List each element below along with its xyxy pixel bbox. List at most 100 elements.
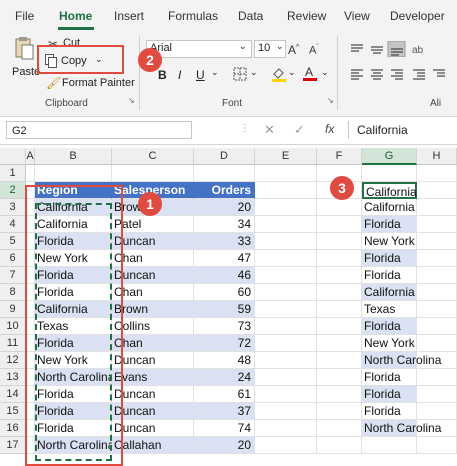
- cell[interactable]: [417, 437, 457, 454]
- orders-cell[interactable]: 24: [194, 369, 255, 386]
- cell[interactable]: [255, 233, 317, 250]
- namebox-dropdown-icon[interactable]: ⋮: [240, 123, 250, 134]
- cell[interactable]: [35, 165, 112, 182]
- cell[interactable]: [255, 386, 317, 403]
- name-box[interactable]: G2: [6, 121, 192, 139]
- cell[interactable]: [255, 199, 317, 216]
- row-header-3[interactable]: 3: [0, 199, 26, 216]
- select-all-corner[interactable]: [0, 148, 26, 165]
- cell[interactable]: [317, 420, 362, 437]
- cell[interactable]: [26, 165, 35, 182]
- borders-icon[interactable]: [233, 67, 247, 81]
- column-header-h[interactable]: H: [417, 148, 457, 165]
- cell[interactable]: [417, 199, 457, 216]
- pasted-region-cell[interactable]: Florida: [362, 216, 417, 233]
- salesperson-cell[interactable]: Duncan: [112, 386, 194, 403]
- orders-cell[interactable]: 61: [194, 386, 255, 403]
- cell[interactable]: [417, 403, 457, 420]
- cell[interactable]: [255, 420, 317, 437]
- font-size-dropdown-icon[interactable]: ⌄: [276, 41, 284, 52]
- cell[interactable]: [417, 216, 457, 233]
- orders-cell[interactable]: 73: [194, 318, 255, 335]
- salesperson-cell[interactable]: Collins: [112, 318, 194, 335]
- orders-cell[interactable]: 37: [194, 403, 255, 420]
- cell[interactable]: [417, 284, 457, 301]
- cell[interactable]: [255, 182, 317, 199]
- cell[interactable]: [112, 165, 194, 182]
- cell[interactable]: [317, 233, 362, 250]
- cell[interactable]: [417, 250, 457, 267]
- salesperson-cell[interactable]: Duncan: [112, 403, 194, 420]
- paste-icon[interactable]: [14, 36, 34, 62]
- cell[interactable]: [417, 267, 457, 284]
- increase-font-icon[interactable]: A^: [288, 40, 299, 58]
- pasted-region-cell[interactable]: New York: [362, 335, 417, 352]
- row-header-9[interactable]: 9: [0, 301, 26, 318]
- italic-button[interactable]: I: [178, 68, 181, 82]
- pasted-region-cell[interactable]: California: [362, 284, 417, 301]
- pasted-region-cell[interactable]: Florida: [362, 369, 417, 386]
- orders-cell[interactable]: 33: [194, 233, 255, 250]
- salesperson-cell[interactable]: Brown: [112, 301, 194, 318]
- orders-cell[interactable]: 72: [194, 335, 255, 352]
- salesperson-cell[interactable]: Duncan: [112, 233, 194, 250]
- row-header-2[interactable]: 2: [0, 182, 26, 199]
- column-header-b[interactable]: B: [35, 148, 112, 165]
- cell[interactable]: [417, 335, 457, 352]
- salesperson-cell[interactable]: Duncan: [112, 352, 194, 369]
- cell[interactable]: [255, 335, 317, 352]
- cell[interactable]: [255, 250, 317, 267]
- cell[interactable]: [317, 199, 362, 216]
- orders-cell[interactable]: 20: [194, 437, 255, 454]
- cell[interactable]: [194, 165, 255, 182]
- font-launcher-icon[interactable]: ↘: [327, 96, 334, 105]
- tab-insert[interactable]: Insert: [114, 9, 144, 23]
- row-header-14[interactable]: 14: [0, 386, 26, 403]
- cell[interactable]: [417, 182, 457, 199]
- font-color-dropdown-icon[interactable]: ⌄: [321, 67, 329, 78]
- cell[interactable]: [417, 386, 457, 403]
- row-header-16[interactable]: 16: [0, 420, 26, 437]
- cell[interactable]: [317, 369, 362, 386]
- row-header-10[interactable]: 10: [0, 318, 26, 335]
- pasted-region-cell[interactable]: Florida: [362, 267, 417, 284]
- cell[interactable]: [255, 437, 317, 454]
- orders-cell[interactable]: 46: [194, 267, 255, 284]
- cell[interactable]: [255, 284, 317, 301]
- cell[interactable]: [255, 352, 317, 369]
- cell[interactable]: [255, 369, 317, 386]
- row-header-11[interactable]: 11: [0, 335, 26, 352]
- enter-icon[interactable]: ✓: [294, 122, 305, 138]
- pasted-region-cell[interactable]: North Carolina: [362, 420, 441, 437]
- cell[interactable]: [417, 165, 457, 182]
- cell[interactable]: [255, 403, 317, 420]
- tab-view[interactable]: View: [344, 9, 370, 23]
- underline-button[interactable]: U: [196, 68, 205, 82]
- tab-review[interactable]: Review: [287, 9, 326, 23]
- row-header-7[interactable]: 7: [0, 267, 26, 284]
- orders-cell[interactable]: 20: [194, 199, 255, 216]
- cell[interactable]: [317, 301, 362, 318]
- format-painter-button[interactable]: Format Painter: [62, 77, 135, 89]
- tab-home[interactable]: Home: [59, 9, 92, 23]
- row-header-4[interactable]: 4: [0, 216, 26, 233]
- pasted-region-cell[interactable]: Florida: [362, 318, 417, 335]
- font-name-dropdown-icon[interactable]: ⌄: [239, 41, 247, 52]
- tab-formulas[interactable]: Formulas: [168, 9, 218, 23]
- active-cell-g2[interactable]: California: [362, 182, 417, 199]
- column-header-d[interactable]: D: [194, 148, 255, 165]
- font-color-icon[interactable]: A: [303, 65, 317, 82]
- column-header-f[interactable]: F: [317, 148, 362, 165]
- cell[interactable]: [362, 437, 417, 454]
- orders-cell[interactable]: 48: [194, 352, 255, 369]
- tab-developer[interactable]: Developer: [390, 9, 445, 23]
- table-header-cell[interactable]: Orders: [194, 182, 255, 199]
- row-header-13[interactable]: 13: [0, 369, 26, 386]
- pasted-region-cell[interactable]: California: [362, 199, 417, 216]
- salesperson-cell[interactable]: Duncan: [112, 420, 194, 437]
- decrease-font-icon[interactable]: Aˇ: [309, 40, 319, 59]
- salesperson-cell[interactable]: Chan: [112, 335, 194, 352]
- cell[interactable]: [255, 165, 317, 182]
- column-header-c[interactable]: C: [112, 148, 194, 165]
- cell[interactable]: [417, 301, 457, 318]
